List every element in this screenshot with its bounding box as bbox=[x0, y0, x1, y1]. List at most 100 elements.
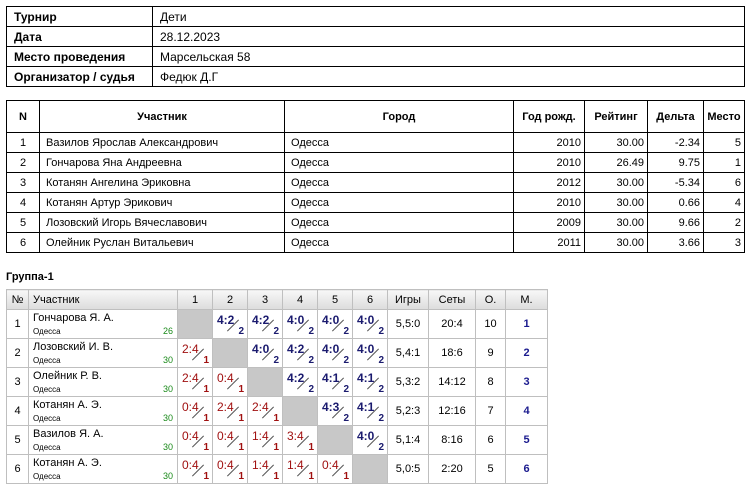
row-delta: 9.66 bbox=[647, 212, 704, 233]
diagonal-cell bbox=[212, 338, 248, 368]
group-points: 10 bbox=[475, 309, 506, 339]
match-points: 2 bbox=[378, 413, 384, 424]
row-rating: 26.49 bbox=[584, 152, 648, 173]
row-city: Одесса bbox=[284, 212, 514, 233]
participant-row: 5 Лозовский Игорь Вячеславович Одесса 2009 3… bbox=[6, 212, 745, 233]
match-points: 1 bbox=[238, 413, 244, 424]
group-header-games: Игры bbox=[387, 289, 429, 310]
player-city: Одесса bbox=[33, 443, 61, 452]
row-num: 4 bbox=[6, 192, 40, 213]
match-score-cell: 1:4 1 bbox=[282, 454, 318, 484]
match-points: 2 bbox=[343, 413, 349, 424]
group-header-col-5: 5 bbox=[317, 289, 353, 310]
player-name: Вазилов Я. А. bbox=[33, 428, 104, 440]
match-points: 2 bbox=[343, 355, 349, 366]
info-value-date: 28.12.2023 bbox=[152, 26, 745, 47]
group-player-cell: Котанян А. Э. Одесса 30 bbox=[28, 396, 178, 426]
header-place: Место bbox=[703, 100, 745, 133]
match-points: 1 bbox=[238, 384, 244, 395]
match-points: 1 bbox=[308, 442, 314, 453]
header-birth-year: Год рожд. bbox=[513, 100, 585, 133]
match-points: 1 bbox=[203, 442, 209, 453]
tournament-info-body: Турнир Дети Дата 28.12.2023 Место провед… bbox=[6, 6, 745, 87]
group-header-col-6: 6 bbox=[352, 289, 388, 310]
match-points: 2 bbox=[273, 326, 279, 337]
player-rating: 30 bbox=[162, 471, 173, 481]
group-row-num: 6 bbox=[6, 454, 29, 484]
row-delta: -2.34 bbox=[647, 132, 704, 153]
match-points: 1 bbox=[273, 413, 279, 424]
row-rating: 30.00 bbox=[584, 192, 648, 213]
group-header-col-1: 1 bbox=[177, 289, 213, 310]
group-row: 1 Гончарова Я. А. Одесса 26 4:2 2 4:2 2 4:0 2 4:0 2… bbox=[6, 309, 548, 339]
row-place: 2 bbox=[703, 212, 745, 233]
group-row-num: 3 bbox=[6, 367, 29, 397]
group-header-col-2: 2 bbox=[212, 289, 248, 310]
participants-table: N Участник Город Год рожд. Рейтинг Дельт… bbox=[6, 100, 745, 253]
tournament-info-table: Турнир Дети Дата 28.12.2023 Место провед… bbox=[6, 6, 745, 87]
match-points: 1 bbox=[203, 355, 209, 366]
diagonal-cell bbox=[247, 367, 283, 397]
match-score-cell: 0:4 1 bbox=[212, 367, 248, 397]
group-row: 6 Котанян А. Э. Одесса 30 0:4 1 0:4 1 1:4 1 1:4 1 0:… bbox=[6, 454, 548, 484]
group-games: 5,5:0 bbox=[387, 309, 429, 339]
match-points: 2 bbox=[378, 442, 384, 453]
player-city: Одесса bbox=[33, 414, 61, 423]
player-rating: 30 bbox=[162, 384, 173, 394]
diagonal-cell bbox=[282, 396, 318, 426]
match-points: 2 bbox=[378, 326, 384, 337]
participant-row: 2 Гончарова Яна Андреевна Одесса 2010 26.49 9… bbox=[6, 152, 745, 173]
header-rating: Рейтинг bbox=[584, 100, 648, 133]
group-header-place: М. bbox=[505, 289, 548, 310]
match-score-cell: 4:3 2 bbox=[317, 396, 353, 426]
row-delta: 9.75 bbox=[647, 152, 704, 173]
group-place: 5 bbox=[505, 425, 548, 455]
match-score-cell: 4:1 2 bbox=[352, 367, 388, 397]
row-birth-year: 2012 bbox=[513, 172, 585, 193]
row-birth-year: 2010 bbox=[513, 132, 585, 153]
header-n: N bbox=[6, 100, 40, 133]
group-place: 6 bbox=[505, 454, 548, 484]
group-row-num: 1 bbox=[6, 309, 29, 339]
group-player-cell: Вазилов Я. А. Одесса 30 bbox=[28, 425, 178, 455]
match-points: 2 bbox=[308, 384, 314, 395]
row-delta: 0.66 bbox=[647, 192, 704, 213]
group-points: 6 bbox=[475, 425, 506, 455]
group-header-points: О. bbox=[475, 289, 506, 310]
match-score-cell: 4:0 2 bbox=[352, 425, 388, 455]
participant-row: 3 Котанян Ангелина Эриковна Одесса 2012 30.0… bbox=[6, 172, 745, 193]
match-points: 1 bbox=[273, 442, 279, 453]
group-games: 5,3:2 bbox=[387, 367, 429, 397]
row-place: 1 bbox=[703, 152, 745, 173]
match-score-cell: 4:2 2 bbox=[212, 309, 248, 339]
group-points: 7 bbox=[475, 396, 506, 426]
group-games: 5,1:4 bbox=[387, 425, 429, 455]
match-score-cell: 4:0 2 bbox=[352, 338, 388, 368]
group-points: 5 bbox=[475, 454, 506, 484]
match-score-cell: 4:0 2 bbox=[317, 309, 353, 339]
match-score-cell: 0:4 1 bbox=[177, 396, 213, 426]
player-city: Одесса bbox=[33, 385, 61, 394]
match-points: 2 bbox=[238, 326, 244, 337]
diagonal-cell bbox=[352, 454, 388, 484]
group-header-num: № bbox=[6, 289, 29, 310]
group-sets: 18:6 bbox=[428, 338, 476, 368]
player-city: Одесса bbox=[33, 472, 61, 481]
row-city: Одесса bbox=[284, 192, 514, 213]
info-value-tournament: Дети bbox=[152, 6, 745, 27]
group-place: 4 bbox=[505, 396, 548, 426]
match-points: 1 bbox=[203, 384, 209, 395]
group-header-player: Участник bbox=[28, 289, 178, 310]
row-participant: Котанян Ангелина Эриковна bbox=[39, 172, 285, 193]
match-score-cell: 2:4 1 bbox=[247, 396, 283, 426]
group-sets: 12:16 bbox=[428, 396, 476, 426]
group-player-cell: Лозовский И. В. Одесса 30 bbox=[28, 338, 178, 368]
group-points: 9 bbox=[475, 338, 506, 368]
row-birth-year: 2010 bbox=[513, 192, 585, 213]
group-player-cell: Котанян А. Э. Одесса 30 bbox=[28, 454, 178, 484]
diagonal-cell bbox=[317, 425, 353, 455]
match-points: 1 bbox=[203, 471, 209, 482]
group-sets: 14:12 bbox=[428, 367, 476, 397]
group-row: 5 Вазилов Я. А. Одесса 30 0:4 1 0:4 1 1:4 1 3:4 1 4:… bbox=[6, 425, 548, 455]
group-header-sets: Сеты bbox=[428, 289, 476, 310]
